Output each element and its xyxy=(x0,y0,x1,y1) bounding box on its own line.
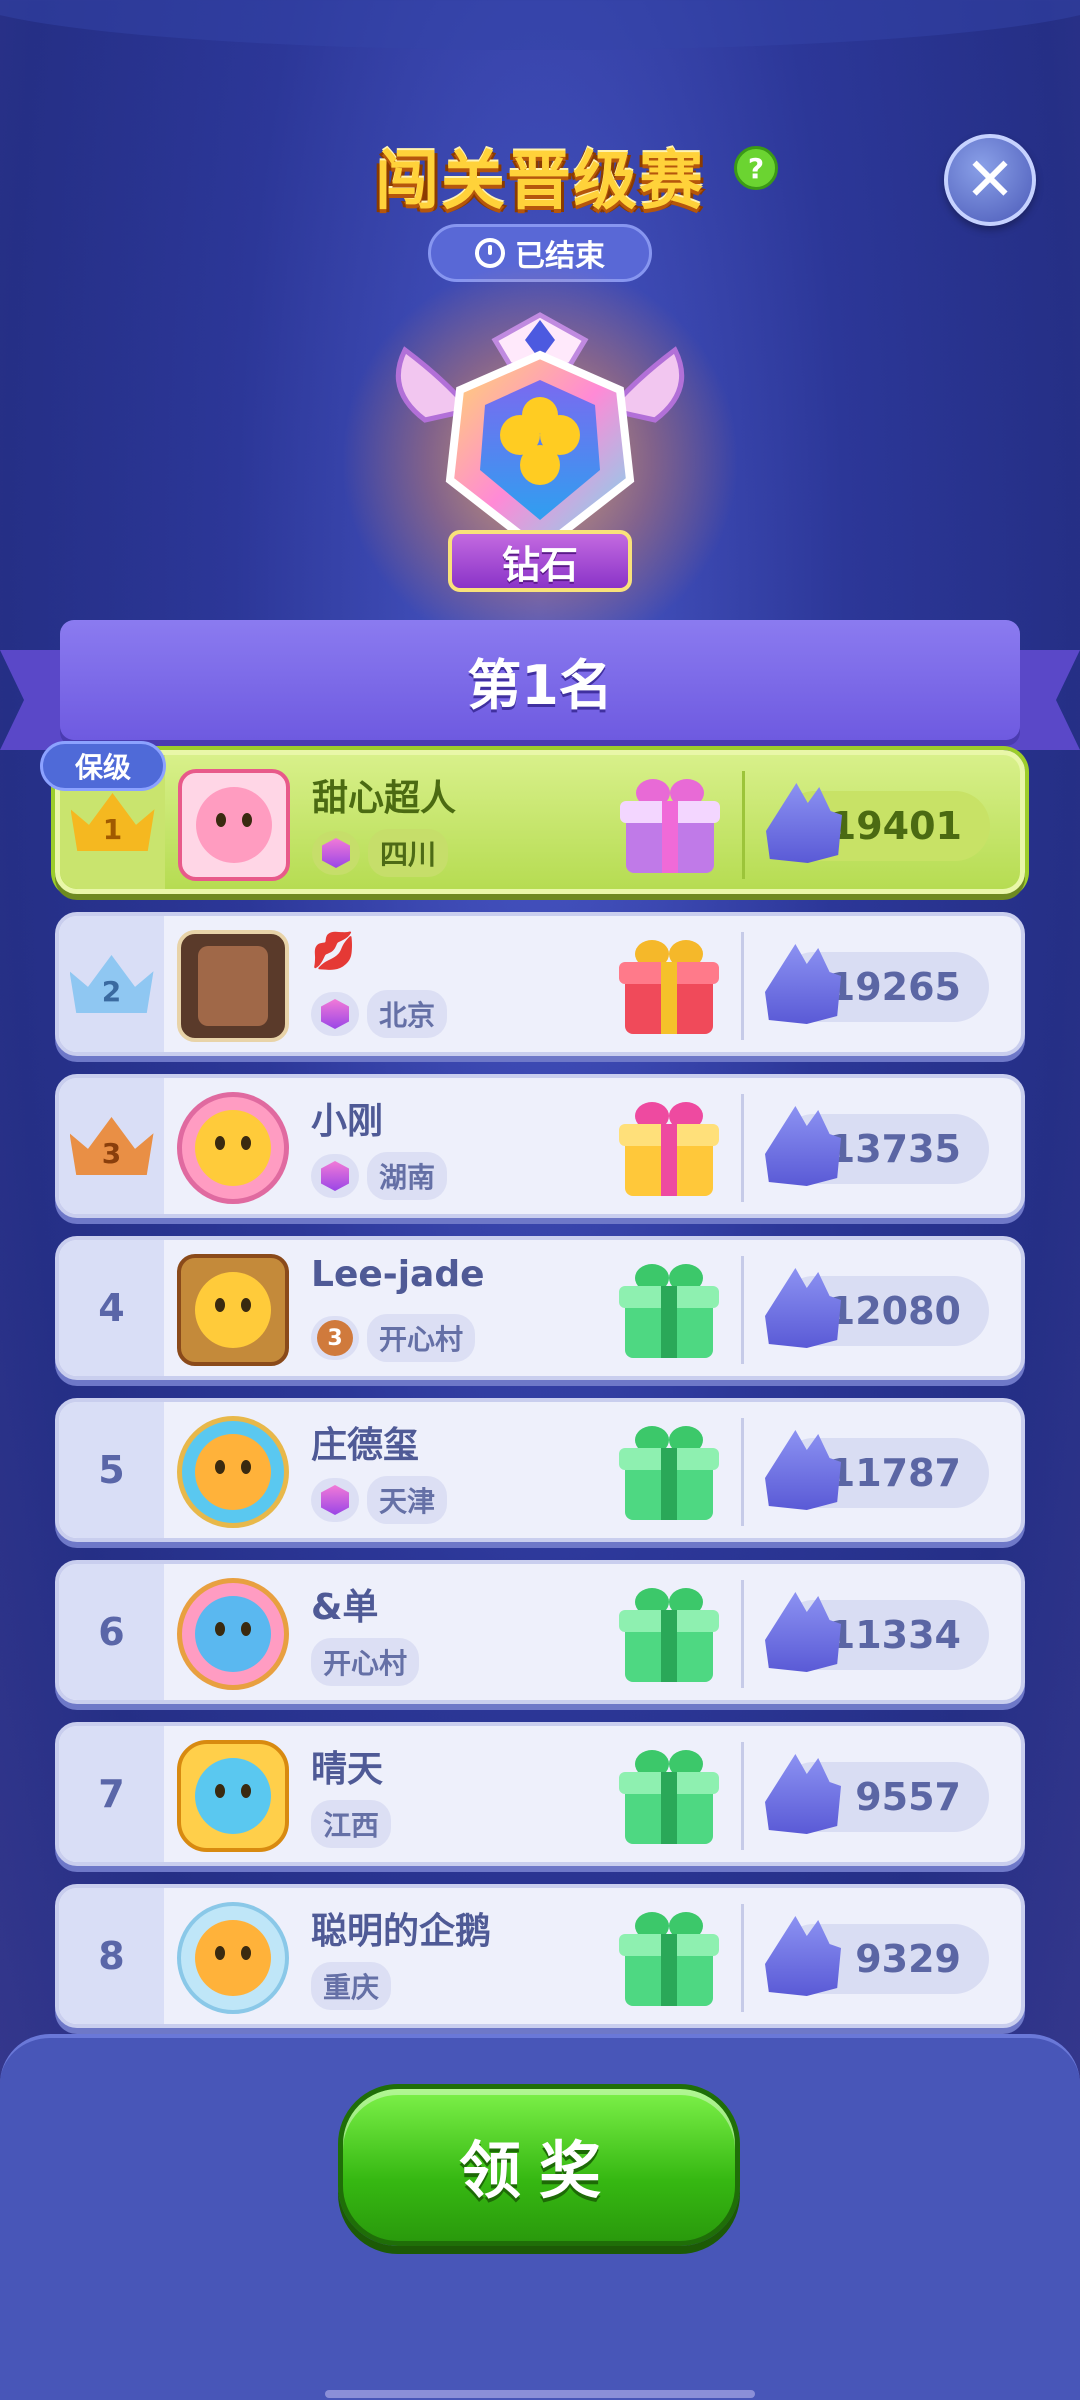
player-location: 天津 xyxy=(367,1476,448,1524)
player-location: 重庆 xyxy=(311,1962,392,2010)
player-name: Lee-jade xyxy=(311,1254,485,1295)
leaderboard-row[interactable]: 5 庄德玺 天津 11787 xyxy=(55,1398,1025,1542)
level-number: 3 xyxy=(317,1320,353,1356)
player-name: &单 xyxy=(311,1587,379,1628)
green-gift-icon[interactable] xyxy=(619,1910,719,2010)
silver-crown-icon: 2 xyxy=(69,955,154,1013)
page-title: 闯关晋级赛 xyxy=(375,145,705,219)
avatar[interactable] xyxy=(177,1902,289,2014)
player-name: 甜心超人 xyxy=(312,778,457,819)
rank-banner-text: 第1名 xyxy=(467,653,613,717)
level-gem-icon xyxy=(311,1154,359,1198)
leaderboard-row[interactable]: 4 Lee-jade 3 开心村 12080 xyxy=(55,1236,1025,1380)
avatar[interactable] xyxy=(177,1254,289,1366)
green-gift-icon[interactable] xyxy=(619,1262,719,1362)
rank-number: 4 xyxy=(59,1240,164,1376)
avatar[interactable] xyxy=(177,1740,289,1852)
player-name: 💋 xyxy=(311,931,356,972)
rank-number: 5 xyxy=(59,1402,164,1538)
player-meta: 天津 xyxy=(311,1476,448,1524)
leaderboard-row[interactable]: 7 晴天 江西 9557 xyxy=(55,1722,1025,1866)
home-indicator[interactable] xyxy=(325,2390,755,2398)
divider xyxy=(741,1904,744,2012)
level-gem-icon xyxy=(312,831,360,875)
green-gift-icon[interactable] xyxy=(619,1748,719,1848)
avatar[interactable] xyxy=(177,1092,289,1204)
claim-reward-button[interactable]: 领奖 xyxy=(338,2084,740,2246)
tier-label: 钻石 xyxy=(448,530,632,592)
rank-cell: 2 xyxy=(59,916,164,1052)
divider xyxy=(741,1580,744,1688)
rank-number: 7 xyxy=(59,1726,164,1862)
divider xyxy=(741,1418,744,1526)
purple-gift-icon[interactable] xyxy=(620,777,720,877)
red-gift-icon[interactable] xyxy=(619,938,719,1038)
player-meta: 江西 xyxy=(311,1800,392,1848)
divider xyxy=(741,1094,744,1202)
green-gift-icon[interactable] xyxy=(619,1424,719,1524)
top-arc xyxy=(0,0,1080,50)
avatar[interactable] xyxy=(177,1578,289,1690)
rank-number: 8 xyxy=(59,1888,164,2024)
divider xyxy=(742,771,745,879)
green-gift-icon[interactable] xyxy=(619,1586,719,1686)
close-button[interactable]: ✕ xyxy=(944,134,1036,226)
player-meta: 重庆 xyxy=(311,1962,392,2010)
divider xyxy=(741,1256,744,1364)
leaderboard-row[interactable]: 2 💋 北京 19265 xyxy=(55,912,1025,1056)
player-name: 晴天 xyxy=(311,1749,384,1790)
avatar[interactable] xyxy=(178,769,290,881)
help-icon[interactable]: ? xyxy=(734,146,778,190)
leaderboard-list: 1 保级 甜心超人 四川 19401 2 💋 北京 19265 3 小刚 湖南 … xyxy=(40,741,1025,2046)
relegation-safe-tag: 保级 xyxy=(40,741,166,791)
bronze-crown-icon: 3 xyxy=(69,1117,154,1175)
player-location: 开心村 xyxy=(311,1638,420,1686)
player-location: 四川 xyxy=(368,829,449,877)
player-meta: 四川 xyxy=(312,829,449,877)
player-location: 北京 xyxy=(367,990,448,1038)
player-name: 庄德玺 xyxy=(311,1425,420,1466)
divider xyxy=(741,1742,744,1850)
leaderboard-row[interactable]: 8 聪明的企鹅 重庆 9329 xyxy=(55,1884,1025,2028)
leaderboard-row[interactable]: 1 保级 甜心超人 四川 19401 xyxy=(40,741,1025,894)
leaderboard-row[interactable]: 3 小刚 湖南 13735 xyxy=(55,1074,1025,1218)
divider xyxy=(741,932,744,1040)
player-location: 江西 xyxy=(311,1800,392,1848)
gold-crown-icon: 1 xyxy=(70,793,155,851)
player-meta: 湖南 xyxy=(311,1152,448,1200)
player-name: 聪明的企鹅 xyxy=(311,1911,492,1952)
player-meta: 开心村 xyxy=(311,1638,420,1686)
player-name: 小刚 xyxy=(311,1101,384,1142)
player-location: 开心村 xyxy=(367,1314,476,1362)
rank-cell: 3 xyxy=(59,1078,164,1214)
level-gem-icon xyxy=(311,992,359,1036)
leaderboard-row[interactable]: 6 &单 开心村 11334 xyxy=(55,1560,1025,1704)
yellow-gift-icon[interactable] xyxy=(619,1100,719,1200)
rank-number: 6 xyxy=(59,1564,164,1700)
player-meta: 北京 xyxy=(311,990,448,1038)
player-meta: 3 开心村 xyxy=(311,1314,476,1362)
avatar[interactable] xyxy=(177,930,289,1042)
player-location: 湖南 xyxy=(367,1152,448,1200)
avatar[interactable] xyxy=(177,1416,289,1528)
level-badge: 3 xyxy=(311,1316,359,1360)
level-gem-icon xyxy=(311,1478,359,1522)
